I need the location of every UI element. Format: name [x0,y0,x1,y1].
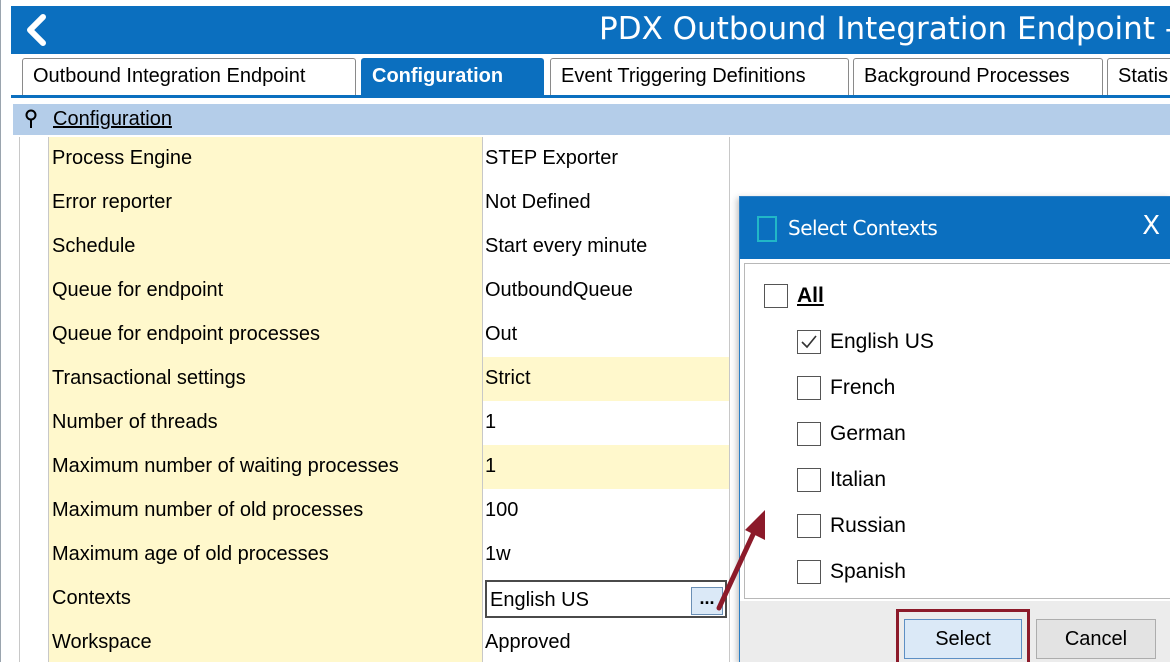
property-value[interactable]: Strict [483,357,730,401]
application-window: PDX Outbound Integration Endpoint - C Ou… [0,0,1170,662]
property-label: Queue for endpoint [49,269,483,313]
checkbox-label: German [830,422,906,445]
row-gutter [19,137,49,181]
checkbox[interactable] [764,284,788,308]
property-value[interactable]: Approved [483,621,730,662]
checkbox-label: French [830,376,896,399]
property-label: Maximum age of old processes [49,533,483,577]
property-label: Queue for endpoint processes [49,313,483,357]
pin-icon[interactable] [23,109,39,129]
property-grid: Process Engine STEP Exporter Error repor… [19,137,730,662]
tab-bar: Outbound Integration Endpoint Configurat… [11,54,1170,98]
title-bar: PDX Outbound Integration Endpoint - C [11,6,1170,54]
row-gutter [19,533,49,577]
contexts-field-text: English US [490,589,589,611]
section-title[interactable]: Configuration [53,108,172,131]
row-gutter [19,357,49,401]
checkbox[interactable] [797,422,821,446]
property-label: Number of threads [49,401,483,445]
tab-event-triggering-definitions[interactable]: Event Triggering Definitions [550,58,849,95]
row-gutter [19,489,49,533]
property-label: Maximum number of waiting processes [49,445,483,489]
table-row: Queue for endpoint processes Out [19,313,730,357]
row-gutter [19,445,49,489]
checkbox-label: Spanish [830,560,906,583]
checkbox[interactable] [797,514,821,538]
select-contexts-dialog: Select Contexts X All English US French [739,196,1170,662]
close-icon[interactable]: X [1142,211,1160,241]
window-icon [757,216,777,242]
property-value[interactable]: OutboundQueue [483,269,730,313]
table-row: Error reporter Not Defined [19,181,730,225]
dialog-title: Select Contexts [788,216,938,240]
property-label: Schedule [49,225,483,269]
browse-contexts-button[interactable]: ... [691,587,723,615]
property-value[interactable]: Not Defined [483,181,730,225]
property-label: Maximum number of old processes [49,489,483,533]
property-label: Workspace [49,621,483,662]
property-value[interactable]: Out [483,313,730,357]
contexts-field[interactable]: English US ... [485,580,727,618]
dialog-title-bar: Select Contexts X [740,197,1170,259]
checkbox-label: Italian [830,468,887,491]
row-gutter [19,621,49,662]
contexts-list: All English US French German Italian Rus… [744,263,1170,599]
property-value[interactable]: 1w [483,533,730,577]
back-button[interactable] [19,12,53,48]
table-row: Maximum number of waiting processes 1 [19,445,730,489]
window-title: PDX Outbound Integration Endpoint - C [599,11,1170,47]
contexts-value-cell: English US ... [483,577,730,621]
row-gutter [19,401,49,445]
row-gutter [19,225,49,269]
property-value[interactable]: 1 [483,401,730,445]
checkbox[interactable] [797,330,821,354]
checkbox[interactable] [797,376,821,400]
table-row: Process Engine STEP Exporter [19,137,730,181]
row-gutter [19,269,49,313]
row-gutter [19,181,49,225]
chevron-left-icon [27,14,46,46]
tab-statistics[interactable]: Statis [1107,58,1170,95]
property-value[interactable]: 100 [483,489,730,533]
table-row: Maximum number of old processes 100 [19,489,730,533]
tab-configuration[interactable]: Configuration [361,58,544,95]
property-value[interactable]: STEP Exporter [483,137,730,181]
checkbox-label: All [797,284,824,307]
property-label: Process Engine [49,137,483,181]
table-row: Workspace Approved [19,621,730,662]
table-row: Maximum age of old processes 1w [19,533,730,577]
table-row: Schedule Start every minute [19,225,730,269]
row-gutter [19,313,49,357]
property-label: Transactional settings [49,357,483,401]
table-row: Number of threads 1 [19,401,730,445]
property-label: Contexts [49,577,483,621]
property-value[interactable]: Start every minute [483,225,730,269]
property-value[interactable]: 1 [483,445,730,489]
select-button[interactable]: Select [904,619,1022,659]
checkbox-label: English US [830,330,934,353]
cancel-button[interactable]: Cancel [1036,619,1156,659]
tab-outbound-integration-endpoint[interactable]: Outbound Integration Endpoint [22,58,356,95]
property-label: Error reporter [49,181,483,225]
dialog-footer: Select Cancel [740,601,1170,662]
tab-background-processes[interactable]: Background Processes [853,58,1103,95]
checkbox[interactable] [797,468,821,492]
checkmark-icon [801,335,817,349]
table-row: Queue for endpoint OutboundQueue [19,269,730,313]
row-gutter [19,577,49,621]
section-header: Configuration [13,104,1170,135]
table-row: Contexts English US ... [19,577,730,621]
table-row: Transactional settings Strict [19,357,730,401]
checkbox[interactable] [797,560,821,584]
checkbox-label: Russian [830,514,906,537]
